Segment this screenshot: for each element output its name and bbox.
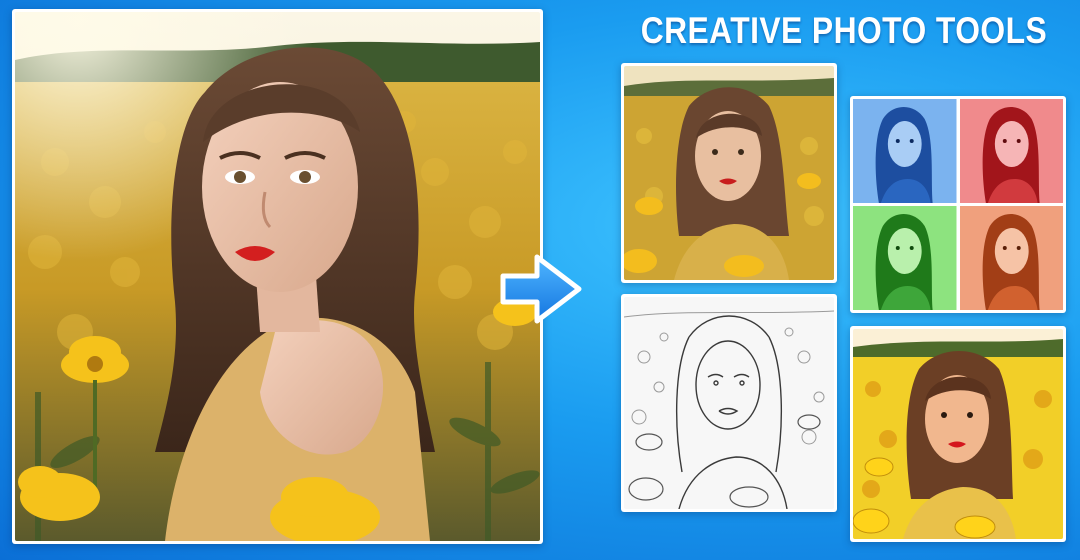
cartoon-scene <box>853 329 1063 539</box>
original-photo <box>12 9 543 544</box>
pop-art-orange <box>959 206 1063 310</box>
oil-painting-effect <box>621 63 837 283</box>
pop-art-red <box>959 99 1063 203</box>
portrait-scene <box>15 12 540 541</box>
cartoon-effect <box>850 326 1066 542</box>
pencil-sketch-effect <box>621 294 837 512</box>
pop-art-blue <box>853 99 957 203</box>
arrow-right-icon <box>500 254 582 324</box>
pop-art-effect <box>850 96 1066 313</box>
sketch-scene <box>624 297 834 509</box>
pop-art-green <box>853 206 957 310</box>
painting-scene <box>624 66 834 280</box>
page-title: CREATIVE PHOTO TOOLS <box>640 10 1048 51</box>
